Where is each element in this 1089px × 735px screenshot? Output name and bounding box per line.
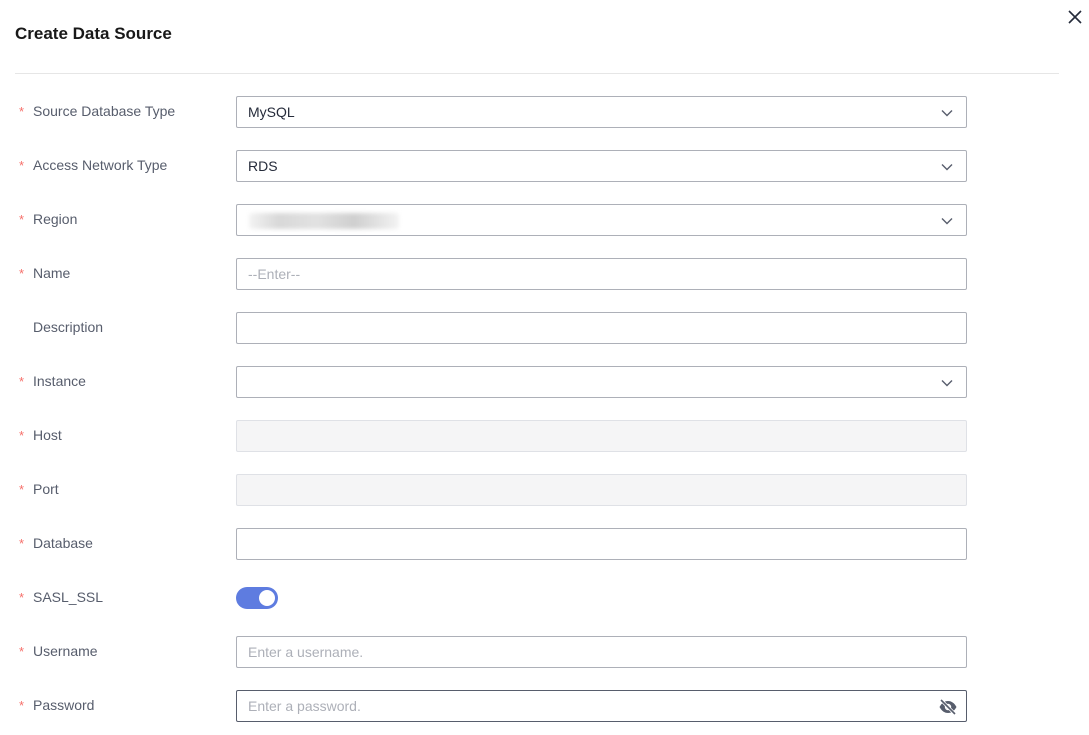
description-label: Description — [33, 319, 104, 335]
close-icon[interactable] — [1066, 8, 1084, 26]
password-label: Password — [33, 697, 95, 713]
username-input[interactable]: Enter a username. — [236, 636, 967, 668]
required-marker: * — [19, 212, 25, 227]
header-divider — [15, 73, 1059, 74]
form-row-database: * Database — [0, 528, 1089, 560]
required-marker: * — [19, 374, 25, 389]
username-placeholder: Enter a username. — [248, 644, 364, 660]
description-input[interactable] — [236, 312, 967, 344]
form-row-sasl-ssl: * SASL_SSL — [0, 582, 1089, 614]
required-marker: * — [19, 590, 25, 605]
sasl-ssl-toggle[interactable] — [236, 587, 278, 609]
eye-off-icon[interactable] — [938, 698, 958, 716]
required-marker: * — [19, 698, 25, 713]
host-input — [236, 420, 967, 452]
instance-label: Instance — [33, 373, 86, 389]
toggle-knob — [259, 590, 275, 606]
form-row-region: * Region — [0, 204, 1089, 236]
required-marker: * — [19, 428, 25, 443]
host-label: Host — [33, 427, 62, 443]
form-row-port: * Port — [0, 474, 1089, 506]
form-row-source-db-type: * Source Database Type MySQL — [0, 96, 1089, 128]
chevron-down-icon — [941, 218, 953, 225]
source-db-type-label: Source Database Type — [33, 103, 176, 119]
port-label: Port — [33, 481, 59, 497]
form-row-instance: * Instance — [0, 366, 1089, 398]
access-network-type-label: Access Network Type — [33, 157, 168, 173]
region-label: Region — [33, 211, 78, 227]
password-placeholder: Enter a password. — [248, 698, 361, 714]
sasl-ssl-label: SASL_SSL — [33, 589, 104, 605]
access-network-type-select[interactable]: RDS — [236, 150, 967, 182]
name-label: Name — [33, 265, 71, 281]
form-row-name: * Name --Enter-- — [0, 258, 1089, 290]
region-select[interactable] — [236, 204, 967, 236]
chevron-down-icon — [941, 380, 953, 387]
password-input[interactable]: Enter a password. — [236, 690, 967, 722]
form-row-access-network-type: * Access Network Type RDS — [0, 150, 1089, 182]
form-row-host: * Host — [0, 420, 1089, 452]
port-input — [236, 474, 967, 506]
form-row-username: * Username Enter a username. — [0, 636, 1089, 668]
required-marker: * — [19, 644, 25, 659]
name-input[interactable]: --Enter-- — [236, 258, 967, 290]
database-label: Database — [33, 535, 93, 551]
dialog-title: Create Data Source — [15, 24, 172, 43]
source-db-type-select[interactable]: MySQL — [236, 96, 967, 128]
form-row-description: Description — [0, 312, 1089, 344]
required-marker: * — [19, 536, 25, 551]
required-marker: * — [19, 482, 25, 497]
access-network-type-value: RDS — [248, 158, 278, 174]
required-marker: * — [19, 104, 25, 119]
instance-select[interactable] — [236, 366, 967, 398]
database-input[interactable] — [236, 528, 967, 560]
chevron-down-icon — [941, 164, 953, 171]
required-marker: * — [19, 266, 25, 281]
source-db-type-value: MySQL — [248, 104, 295, 120]
region-value-redacted — [249, 213, 399, 229]
username-label: Username — [33, 643, 98, 659]
name-placeholder: --Enter-- — [248, 266, 301, 282]
required-marker: * — [19, 158, 25, 173]
form-row-password: * Password Enter a password. — [0, 690, 1089, 722]
chevron-down-icon — [941, 110, 953, 117]
